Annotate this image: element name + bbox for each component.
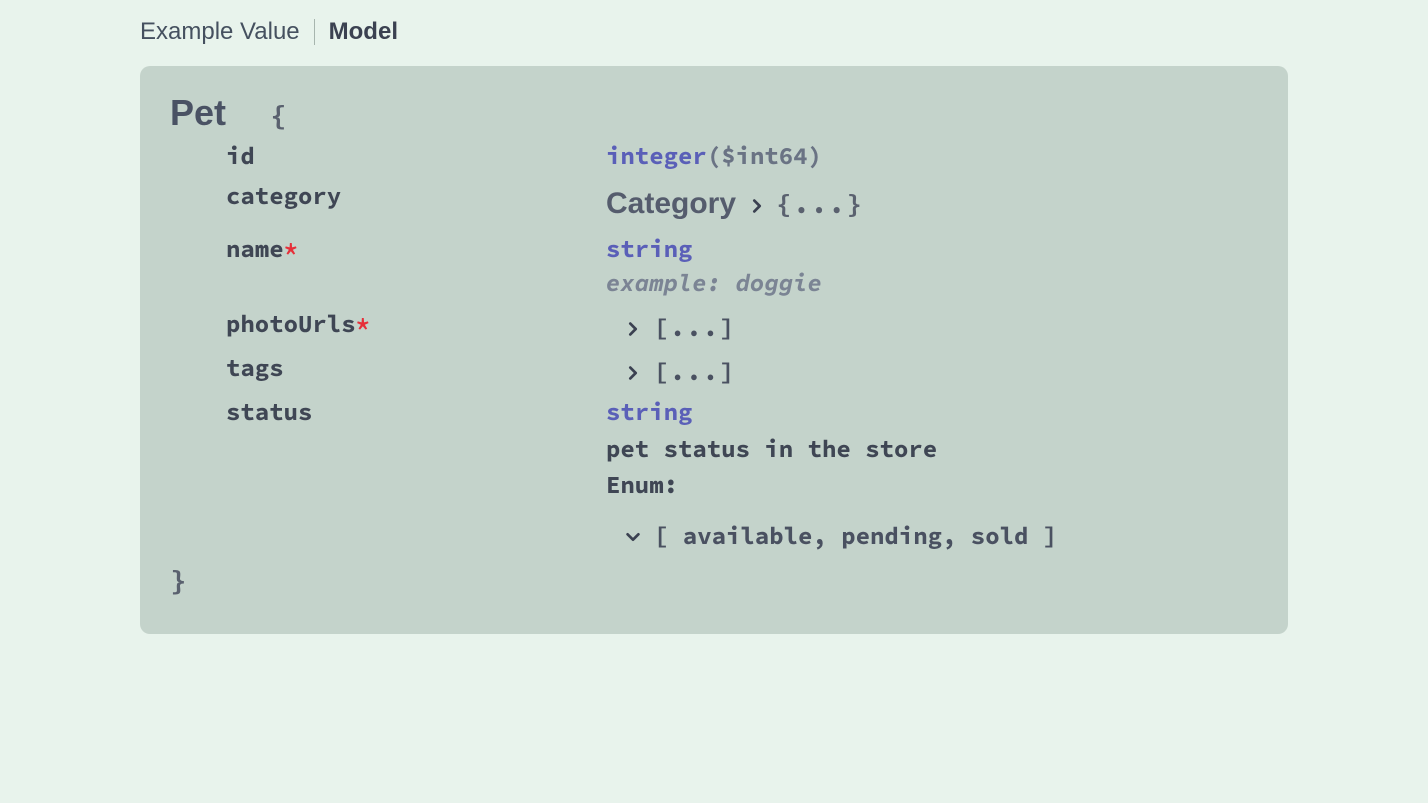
chevron-right-icon[interactable] xyxy=(748,197,764,213)
required-star: * xyxy=(356,308,370,339)
tab-example-value[interactable]: Example Value xyxy=(140,18,300,46)
property-name-text: name xyxy=(226,233,284,264)
property-example: example: doggie xyxy=(606,267,1258,299)
open-brace: { xyxy=(270,97,287,133)
tabs: Example Value Model xyxy=(140,18,1288,46)
property-type: integer($int64) xyxy=(606,140,1258,172)
property-row-category: category Category {...} xyxy=(226,180,1258,225)
property-type: string pet status in the store Enum: [ a… xyxy=(606,396,1258,552)
property-name: status xyxy=(226,396,606,428)
type-keyword: string xyxy=(606,396,692,427)
property-name: id xyxy=(226,140,606,172)
enum-values: [ available, pending, sold ] xyxy=(654,520,1057,552)
property-row-photourls: photoUrls* [...] xyxy=(226,308,1258,344)
property-description: pet status in the store xyxy=(606,433,1258,465)
property-row-tags: tags [...] xyxy=(226,352,1258,388)
property-row-id: id integer($int64) xyxy=(226,140,1258,172)
ref-model-name: Category xyxy=(606,184,736,225)
properties-list: id integer($int64) category Category {..… xyxy=(226,140,1258,552)
property-name: tags xyxy=(226,352,606,384)
close-brace: } xyxy=(170,562,1258,598)
type-keyword: integer xyxy=(606,140,707,171)
chevron-down-icon[interactable] xyxy=(240,109,256,125)
property-array: [...] xyxy=(606,352,1258,388)
chevron-right-icon[interactable] xyxy=(624,364,640,380)
tab-model[interactable]: Model xyxy=(329,18,398,46)
model-name: Pet xyxy=(170,92,226,134)
property-name: name* xyxy=(226,233,606,265)
type-keyword: string xyxy=(606,233,692,264)
property-name: category xyxy=(226,180,606,212)
property-ref: Category {...} xyxy=(606,180,1258,225)
property-name: photoUrls* xyxy=(226,308,606,340)
collapsed-array[interactable]: [...] xyxy=(654,312,736,344)
property-type: string example: doggie xyxy=(606,233,1258,300)
type-format: ($int64) xyxy=(707,140,822,171)
enum-label: Enum: xyxy=(606,469,1258,501)
required-star: * xyxy=(284,233,298,264)
property-row-status: status string pet status in the store En… xyxy=(226,396,1258,552)
model-panel: Pet { id integer($int64) category Catego… xyxy=(140,66,1288,634)
property-row-name: name* string example: doggie xyxy=(226,233,1258,300)
collapsed-array[interactable]: [...] xyxy=(654,356,736,388)
collapsed-object[interactable]: {...} xyxy=(776,187,864,222)
property-array: [...] xyxy=(606,308,1258,344)
chevron-right-icon[interactable] xyxy=(624,320,640,336)
property-name-text: photoUrls xyxy=(226,308,356,339)
chevron-down-icon[interactable] xyxy=(624,528,640,544)
tab-separator xyxy=(314,19,315,45)
model-header: Pet { xyxy=(170,92,1258,134)
